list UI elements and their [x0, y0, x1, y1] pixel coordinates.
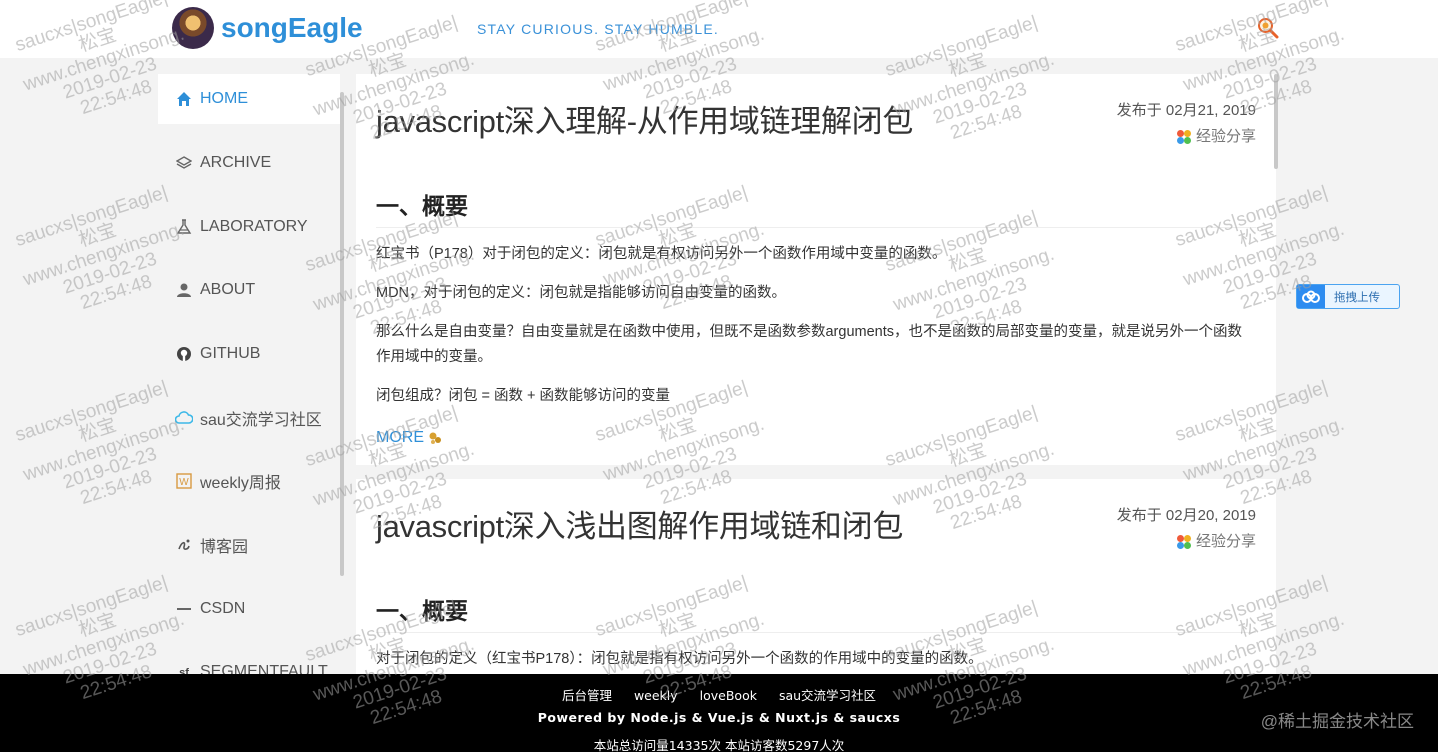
post-card: javascript深入理解-从作用域链理解闭包 发布于 02月21, 2019…	[356, 74, 1276, 465]
sidebar-item-label: weekly周报	[200, 475, 281, 493]
content-scrollbar[interactable]	[1274, 74, 1278, 169]
site-header: songEagle STAY CURIOUS. STAY HUMBLE.	[0, 0, 1438, 58]
watermark-line: saucxs|songEagle|	[12, 376, 171, 447]
sidebar-item-segmentfault[interactable]: sf SEGMENTFAULT	[158, 641, 340, 674]
post-date: 发布于 02月21, 2019	[1116, 102, 1256, 119]
section-title: 一、概要	[376, 592, 1256, 633]
category-icon	[1176, 130, 1191, 144]
post-category[interactable]: 经验分享	[1176, 529, 1256, 555]
footer-link-lovebook[interactable]: loveBook	[700, 688, 757, 703]
sidebar-item-label: LABORATORY	[200, 217, 308, 235]
github-icon	[175, 345, 193, 363]
sidebar-item-label: ARCHIVE	[200, 153, 272, 171]
sidebar-item-archive[interactable]: ARCHIVE	[158, 131, 340, 195]
sidebar-scrollbar[interactable]	[340, 92, 344, 576]
watermark-line: saucxs|songEagle|	[12, 181, 171, 252]
sidebar-nav: HOME ARCHIVE LABORATORY ABOUT GITHUB sau…	[158, 74, 340, 674]
svg-text:W: W	[179, 477, 189, 488]
sidebar-item-label: GITHUB	[200, 344, 261, 362]
svg-text:sf: sf	[179, 667, 189, 674]
post-paragraph: MDN，对于闭包的定义：闭包就是指能够访问自由变量的函数。	[376, 285, 787, 301]
sidebar-item-weekly[interactable]: W weekly周报	[158, 449, 340, 513]
sidebar-item-label: ABOUT	[200, 281, 256, 299]
post-category-label: 经验分享	[1195, 533, 1256, 550]
footer-links: 后台管理 weekly loveBook sau交流学习社区	[0, 685, 1438, 704]
category-icon	[1176, 535, 1191, 549]
post-paragraph: 红宝书（P178）对于闭包的定义：闭包就是有权访问另外一个函数作用域中变量的函数…	[376, 246, 947, 262]
post-paragraph: 闭包组成？闭包 = 函数 + 函数能够访问的变量	[376, 388, 671, 404]
cloud-icon	[175, 409, 193, 427]
more-link[interactable]: MORE	[376, 429, 443, 447]
flask-icon	[175, 218, 193, 236]
sidebar-item-cnblogs[interactable]: 博客园	[158, 513, 340, 577]
visit-stats: 本站总访问量14335次 本站访客数5297人次	[593, 738, 845, 752]
section-title: 一、概要	[376, 187, 1256, 228]
post-category[interactable]: 经验分享	[1176, 124, 1256, 150]
watermark-line: 松宝	[76, 414, 119, 447]
footer-link-sau-community[interactable]: sau交流学习社区	[779, 688, 876, 703]
upload-cloud-icon	[1297, 285, 1325, 308]
sidebar-item-sau-community[interactable]: sau交流学习社区	[158, 386, 340, 450]
drag-upload-button[interactable]: 拖拽上传	[1296, 284, 1400, 309]
site-slogan: STAY CURIOUS. STAY HUMBLE.	[477, 21, 720, 37]
watermark-line: 松宝	[76, 219, 119, 252]
post-paragraph: 对于闭包的定义（红宝书P178）：闭包就是指有权访问另外一个函数的作用域中的变量…	[376, 651, 983, 667]
cnblogs-icon	[175, 536, 193, 554]
post-list: javascript深入理解-从作用域链理解闭包 发布于 02月21, 2019…	[356, 74, 1276, 674]
sidebar-item-label: 博客园	[200, 538, 249, 556]
footer-link-weekly[interactable]: weekly	[634, 688, 678, 703]
upload-label: 拖拽上传	[1334, 291, 1380, 304]
sidebar-item-label: sau交流学习社区	[200, 411, 322, 429]
sidebar-item-github[interactable]: GITHUB	[158, 322, 340, 386]
sidebar-item-label: SEGMENTFAULT	[200, 663, 328, 674]
segmentfault-icon: sf	[175, 663, 193, 674]
powered-by: Powered by Node.js & Vue.js & Nuxt.js & …	[537, 710, 901, 725]
post-paragraph: 那么什么是自由变量？自由变量就是在函数中使用，但既不是函数参数arguments…	[376, 324, 1243, 365]
site-footer: 后台管理 weekly loveBook sau交流学习社区 Powered b…	[0, 674, 1438, 752]
post-meta: 发布于 02月20, 2019 经验分享	[1117, 503, 1256, 559]
search-icon[interactable]	[1256, 16, 1280, 40]
sidebar-item-laboratory[interactable]: LABORATORY	[158, 195, 340, 259]
footer-link-admin[interactable]: 后台管理	[562, 688, 612, 703]
post-card: javascript深入浅出图解作用域链和闭包 发布于 02月20, 2019 …	[356, 479, 1276, 674]
post-date: 发布于 02月20, 2019	[1116, 507, 1256, 524]
site-name[interactable]: songEagle	[221, 12, 363, 44]
csdn-icon	[175, 600, 193, 618]
weekly-icon: W	[175, 472, 193, 490]
more-icon	[429, 432, 441, 444]
juejin-watermark: @稀土掘金技术社区	[1260, 712, 1414, 731]
sidebar-item-csdn[interactable]: CSDN	[158, 577, 340, 641]
layers-icon	[175, 154, 193, 172]
user-icon	[175, 281, 193, 299]
avatar[interactable]	[172, 7, 214, 49]
post-meta: 发布于 02月21, 2019 经验分享	[1117, 98, 1256, 154]
home-icon	[175, 90, 193, 108]
post-category-label: 经验分享	[1195, 128, 1256, 145]
watermark-line: saucxs|songEagle|	[12, 571, 171, 642]
sidebar-item-label: CSDN	[200, 599, 246, 617]
sidebar-item-label: HOME	[200, 90, 248, 107]
sidebar-item-about[interactable]: ABOUT	[158, 258, 340, 322]
more-label: MORE	[376, 429, 424, 446]
watermark-line: 松宝	[76, 609, 119, 642]
sidebar-item-home[interactable]: HOME	[158, 74, 340, 124]
